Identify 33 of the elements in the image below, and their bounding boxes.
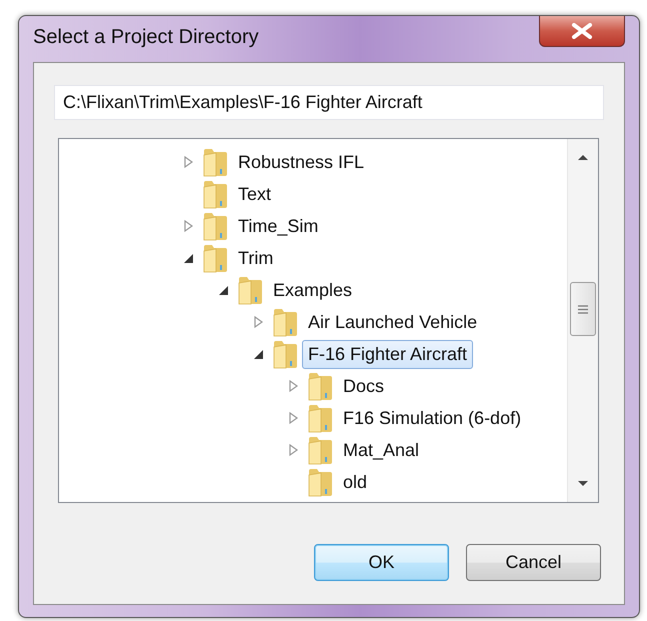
folder-item[interactable]: Text: [232, 180, 278, 208]
folder-icon: [272, 339, 298, 369]
folder-icon: [202, 243, 228, 273]
close-icon: [571, 23, 593, 39]
folder-item[interactable]: F-16 Fighter Aircraft: [302, 340, 474, 368]
folder-item[interactable]: Trim: [232, 244, 280, 272]
folder-item[interactable]: old: [337, 468, 374, 496]
folder-item[interactable]: Air Launched Vehicle: [302, 308, 484, 336]
folder-icon: [202, 147, 228, 177]
folder-icon: [307, 403, 333, 433]
folder-item[interactable]: Docs: [337, 372, 390, 400]
folder-item[interactable]: Mat_Anal: [337, 436, 426, 464]
close-button[interactable]: [539, 16, 625, 47]
grip-icon: [578, 304, 588, 314]
folder-icon: [307, 467, 333, 497]
folder-icon: [272, 307, 298, 337]
scroll-thumb[interactable]: [570, 282, 596, 336]
ok-button[interactable]: OK: [314, 544, 449, 581]
folder-item[interactable]: F16 Simulation (6-dof): [337, 404, 528, 432]
folder-item[interactable]: Robustness IFL: [232, 148, 370, 176]
scroll-down-icon[interactable]: [577, 480, 589, 488]
cancel-button[interactable]: Cancel: [466, 544, 601, 581]
folder-icon: [202, 211, 228, 241]
folder-icon: [307, 435, 333, 465]
scrollbar[interactable]: [567, 139, 598, 502]
path-field[interactable]: C:\Flixan\Trim\Examples\F-16 Fighter Aircraft: [54, 85, 604, 120]
folder-icon: [202, 179, 228, 209]
window-title: Select a Project Directory: [33, 26, 259, 49]
folder-item[interactable]: Time_Sim: [232, 212, 324, 240]
folder-item[interactable]: Examples: [267, 276, 358, 304]
folder-icon: [237, 275, 263, 305]
scroll-up-icon[interactable]: [577, 153, 589, 161]
folder-icon: [307, 371, 333, 401]
